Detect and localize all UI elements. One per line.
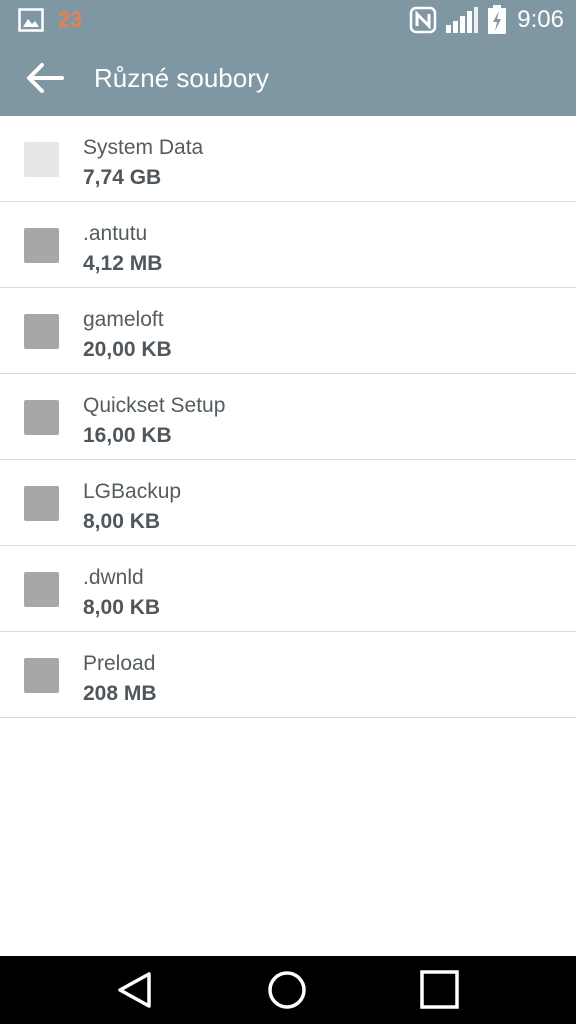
list-item[interactable]: .antutu 4,12 MB (0, 202, 576, 288)
file-name: LGBackup (83, 480, 182, 503)
file-size: 8,00 KB (83, 596, 161, 619)
gallery-icon (18, 8, 44, 32)
file-size: 7,74 GB (83, 166, 162, 189)
checkbox[interactable] (24, 486, 59, 521)
notification-count: 23 (58, 7, 83, 32)
file-name: Preload (83, 652, 156, 675)
list-item[interactable]: System Data 7,74 GB (0, 116, 576, 202)
list-item[interactable]: Preload 208 MB (0, 632, 576, 718)
nfc-icon (409, 6, 437, 34)
checkbox[interactable] (24, 142, 59, 177)
back-triangle-icon (118, 972, 151, 1008)
nav-home-button[interactable] (265, 969, 309, 1011)
list-item[interactable]: gameloft 20,00 KB (0, 288, 576, 374)
list-item[interactable]: LGBackup 8,00 KB (0, 460, 576, 546)
nav-back-button[interactable] (113, 969, 157, 1011)
nav-recents-button[interactable] (418, 969, 462, 1011)
file-size: 20,00 KB (83, 338, 172, 361)
file-name: .antutu (83, 222, 148, 245)
file-size: 16,00 KB (83, 424, 172, 447)
checkbox[interactable] (24, 314, 59, 349)
status-bar: 23 9:06 (0, 0, 576, 40)
back-button[interactable] (22, 60, 66, 96)
file-size: 8,00 KB (83, 510, 161, 533)
file-size: 4,12 MB (83, 252, 163, 275)
checkbox[interactable] (24, 228, 59, 263)
navigation-bar (0, 956, 576, 1024)
status-right: 9:06 (409, 4, 564, 36)
app-bar: Různé soubory (0, 48, 576, 108)
status-left: 23 (18, 6, 82, 34)
checkbox[interactable] (24, 658, 59, 693)
arrow-left-icon (27, 63, 64, 93)
page-title: Různé soubory (94, 63, 269, 93)
file-name: .dwnld (83, 566, 144, 589)
list-item[interactable]: .dwnld 8,00 KB (0, 546, 576, 632)
header: 23 9:06 Různé soubory (0, 0, 576, 116)
file-name: gameloft (83, 308, 164, 331)
checkbox[interactable] (24, 572, 59, 607)
home-circle-icon (268, 971, 306, 1009)
list-item[interactable]: Quickset Setup 16,00 KB (0, 374, 576, 460)
checkbox[interactable] (24, 400, 59, 435)
clock: 9:06 (517, 6, 564, 33)
file-name: Quickset Setup (83, 394, 226, 417)
file-name: System Data (83, 136, 204, 159)
file-list: System Data 7,74 GB .antutu 4,12 MB game… (0, 116, 576, 718)
battery-charging-icon (487, 5, 507, 35)
screen: 23 9:06 Různé soubory System Data 7,74 G… (0, 0, 576, 1024)
recents-square-icon (420, 970, 459, 1009)
file-size: 208 MB (83, 682, 157, 705)
signal-icon (445, 6, 479, 34)
